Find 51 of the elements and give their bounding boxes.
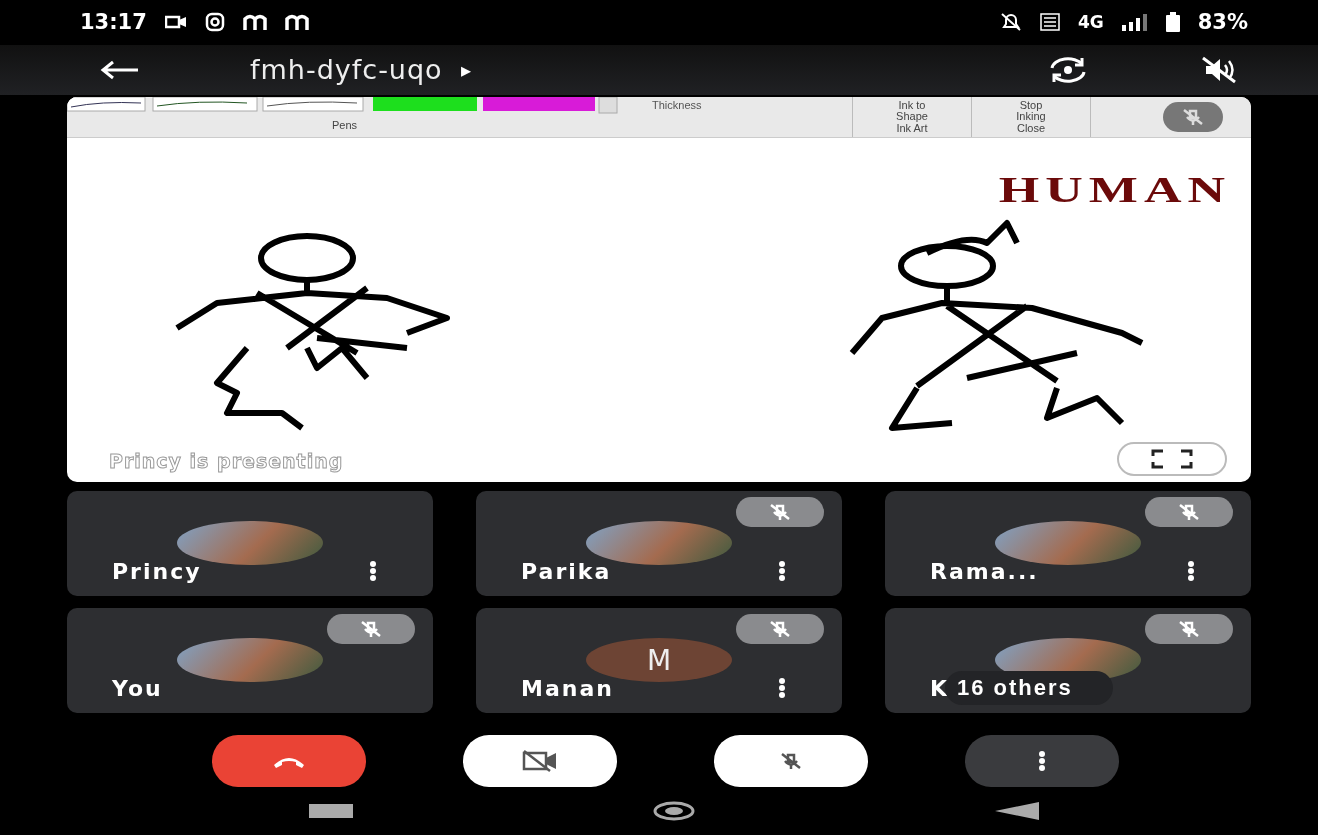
speaker-off-icon: [1200, 55, 1238, 84]
battery-percent: 83%: [1197, 10, 1248, 35]
close-label: Close: [1016, 122, 1046, 135]
meeting-details-button[interactable]: ▸: [460, 57, 471, 82]
more-vert-icon: [778, 560, 786, 583]
stop-inking-label: Stop Inking: [1015, 99, 1047, 123]
slide-title: HUMAN: [998, 168, 1231, 210]
speaker-button[interactable]: [1200, 55, 1238, 84]
participant-name: Princy: [112, 559, 202, 585]
fullscreen-button[interactable]: [1117, 442, 1227, 477]
presenting-caption: Princy is presenting: [109, 450, 344, 473]
back-triangle-icon: [995, 802, 1039, 821]
avatar-initial: M: [586, 638, 732, 683]
end-call-button[interactable]: [211, 735, 366, 788]
home-circle-icon: [653, 801, 695, 822]
more-vert-icon: [1187, 560, 1195, 583]
mic-toggle-button[interactable]: [713, 735, 868, 788]
ink-to-shape-label: Ink to Shape: [895, 99, 929, 123]
battery-icon: [1165, 12, 1180, 33]
bell-off-icon: [999, 12, 1022, 33]
presenter-mute-button[interactable]: [1163, 101, 1223, 132]
participant-name: Rama...: [930, 559, 1039, 585]
camera-toggle-button[interactable]: [462, 735, 617, 788]
recents-button[interactable]: [309, 804, 353, 819]
more-options-button[interactable]: [778, 560, 786, 583]
participant-name: Parika: [521, 559, 612, 585]
m-logo-icon: [242, 14, 267, 31]
back-button[interactable]: [100, 59, 140, 80]
signal-icon: [1121, 13, 1148, 32]
meeting-code: fmh-dyfc-uqo: [250, 54, 443, 86]
square-icon: [309, 804, 353, 819]
back-arrow-icon: [100, 59, 140, 80]
more-options-button[interactable]: [369, 560, 377, 583]
network-type: 4G: [1077, 12, 1104, 33]
more-options-button[interactable]: [778, 677, 786, 700]
camera-icon: [204, 12, 225, 33]
m-logo-icon: [284, 14, 309, 31]
more-vert-icon: [778, 677, 786, 700]
pens-label: Pens: [331, 118, 358, 131]
more-vert-icon: [1037, 750, 1046, 773]
fullscreen-icon: [1150, 448, 1194, 471]
thickness-label: Thickness: [652, 98, 703, 113]
video-icon: [164, 15, 187, 30]
ink-art-label: Ink Art: [896, 122, 928, 135]
volte-icon: [1039, 13, 1060, 32]
participant-name: You: [112, 676, 163, 702]
clock-time: 13:17: [80, 10, 147, 35]
more-vert-icon: [369, 560, 377, 583]
home-button[interactable]: [653, 801, 695, 822]
back-nav-button[interactable]: [995, 802, 1039, 821]
more-options-button[interactable]: [1187, 560, 1195, 583]
